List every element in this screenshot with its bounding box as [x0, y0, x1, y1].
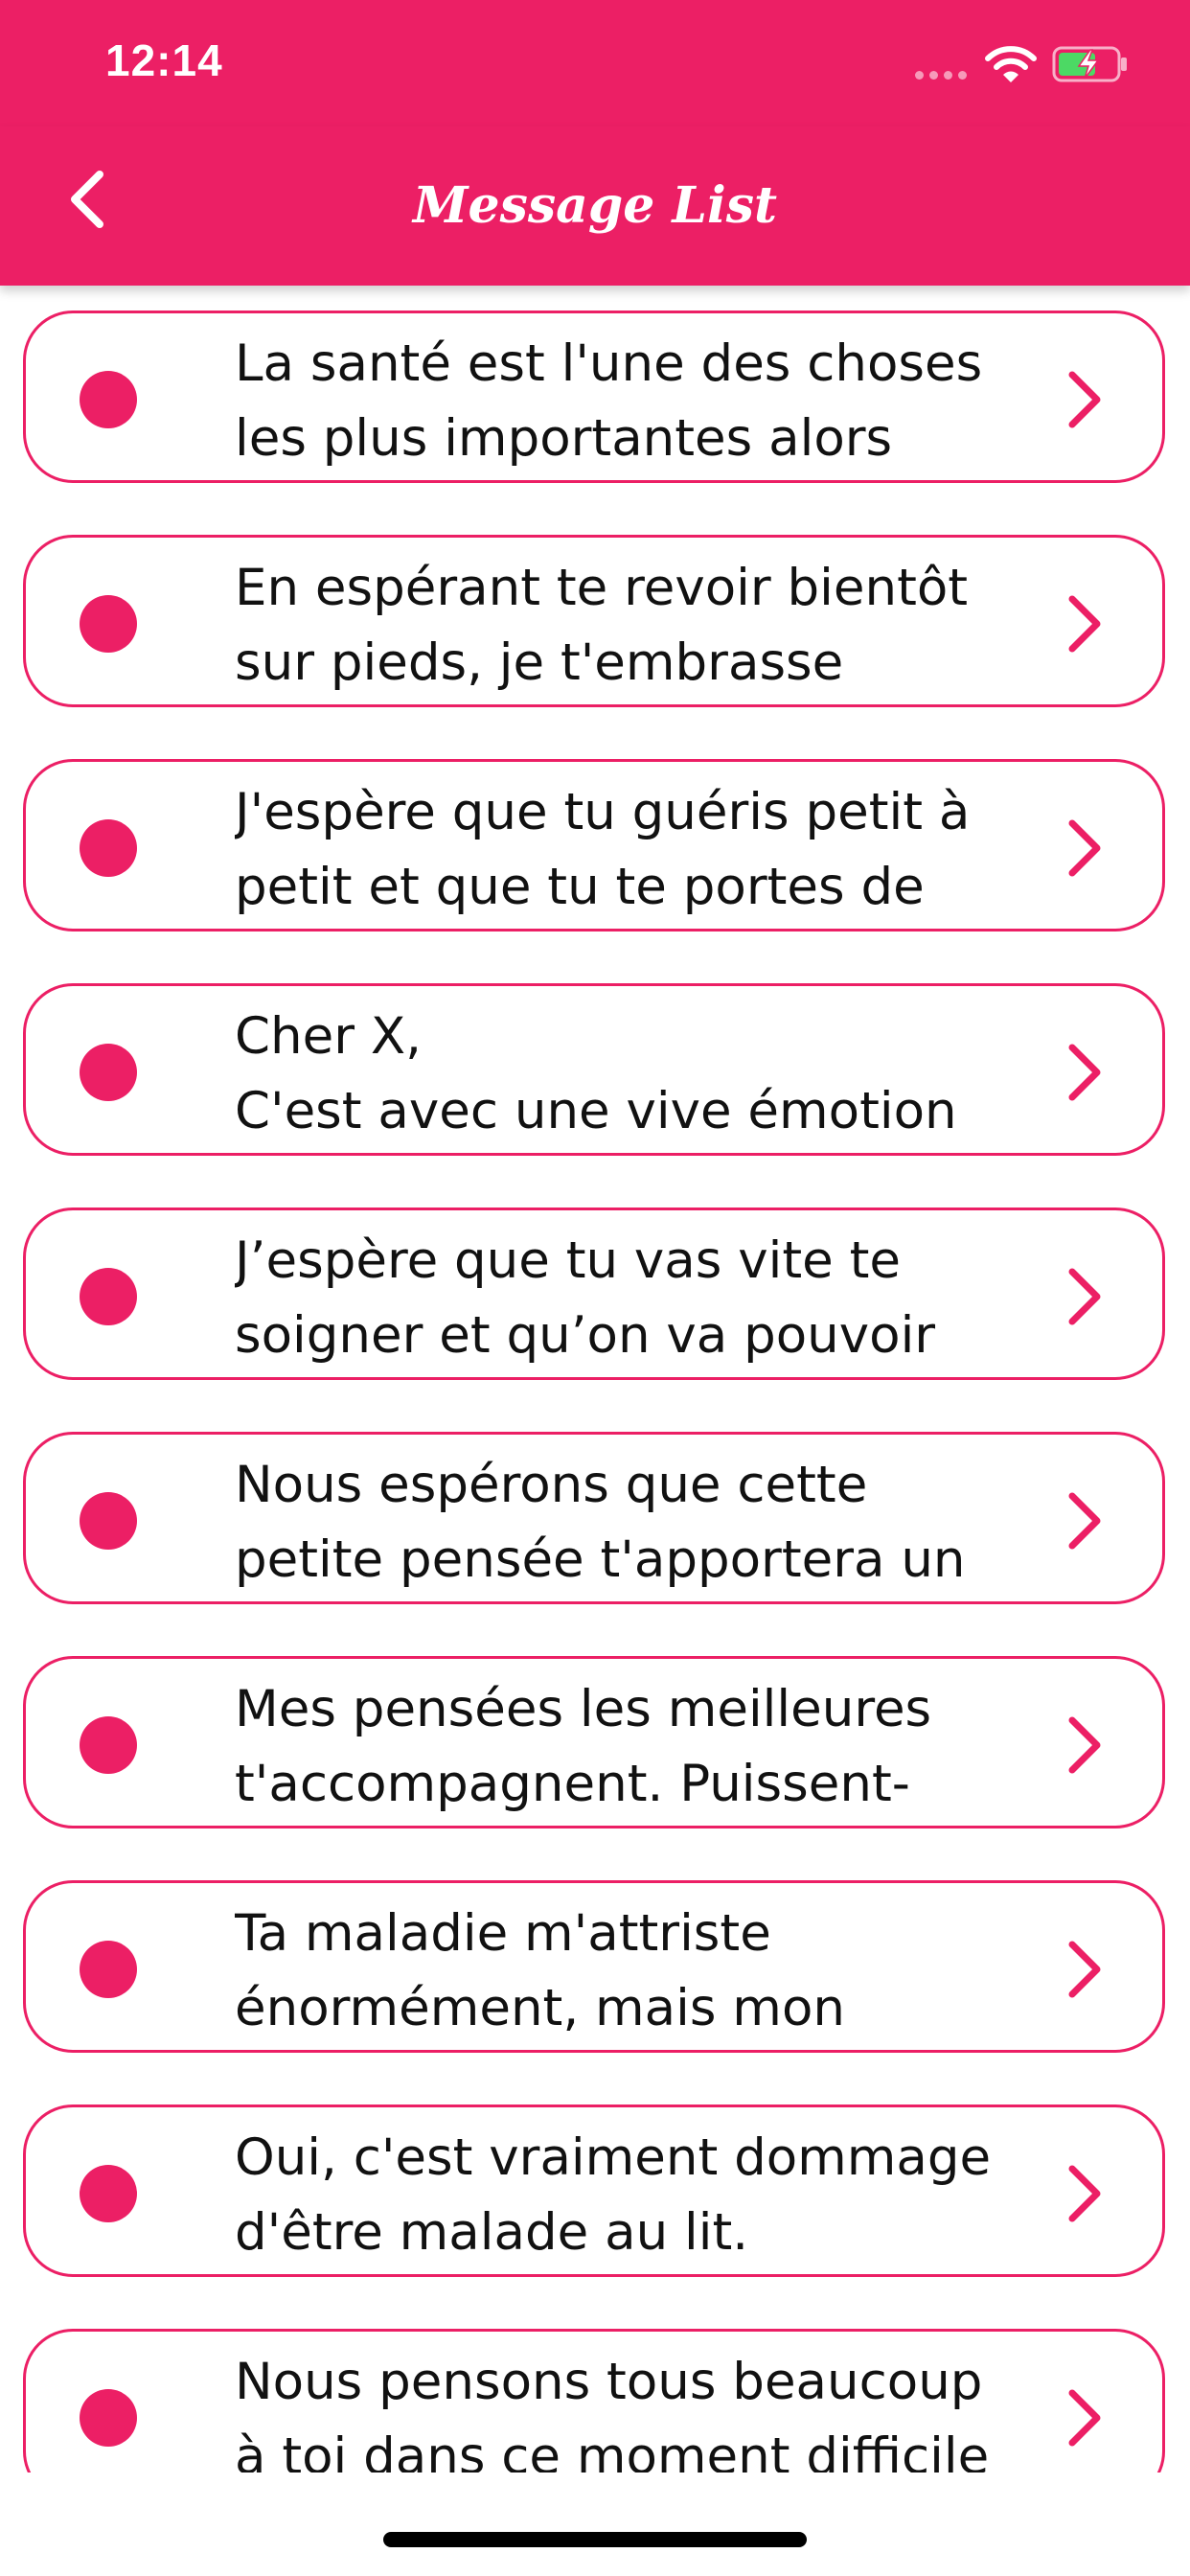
signal-dots-icon — [915, 71, 967, 80]
bullet-dot-icon — [80, 1044, 137, 1101]
message-preview: La santé est l'une des choses les plus i… — [235, 334, 983, 468]
bullet-dot-icon — [80, 1941, 137, 1998]
chevron-right-icon — [1068, 595, 1101, 653]
message-preview: Nous pensons tous beaucoup à toi dans ce… — [235, 2353, 990, 2472]
chevron-right-icon — [1068, 2389, 1101, 2447]
message-list[interactable]: La santé est l'une des choses les plus i… — [0, 286, 1190, 2472]
battery-charging-icon — [1052, 46, 1127, 82]
chevron-right-icon — [1068, 1044, 1101, 1101]
status-time: 12:14 — [105, 35, 223, 85]
message-preview: J’espère que tu vas vite te soigner et q… — [235, 1231, 936, 1365]
message-list-item[interactable]: En espérant te revoir bientôt sur pieds,… — [23, 535, 1165, 707]
message-list-item[interactable]: J’espère que tu vas vite te soigner et q… — [23, 1208, 1165, 1380]
bullet-dot-icon — [80, 1492, 137, 1550]
message-list-item[interactable]: Mes pensées les meilleures t'accompagnen… — [23, 1656, 1165, 1828]
wifi-icon — [985, 46, 1037, 82]
message-list-item[interactable]: La santé est l'une des choses les plus i… — [23, 310, 1165, 483]
page-title: Message List — [412, 176, 778, 235]
message-preview: J'espère que tu guéris petit à petit et … — [235, 783, 971, 916]
message-preview: Oui, c'est vraiment dommage d'être malad… — [235, 2128, 992, 2262]
home-indicator[interactable] — [383, 2532, 807, 2547]
bullet-dot-icon — [80, 371, 137, 428]
chevron-right-icon — [1068, 1716, 1101, 1774]
bullet-dot-icon — [80, 2165, 137, 2222]
bullet-dot-icon — [80, 1268, 137, 1325]
bullet-dot-icon — [80, 2389, 137, 2447]
chevron-right-icon — [1068, 1941, 1101, 1998]
bullet-dot-icon — [80, 1716, 137, 1774]
message-preview: Ta maladie m'attriste énormément, mais m… — [235, 1904, 845, 2037]
message-list-item[interactable]: Oui, c'est vraiment dommage d'être malad… — [23, 2104, 1165, 2277]
message-list-item[interactable]: J'espère que tu guéris petit à petit et … — [23, 759, 1165, 932]
status-bar: 12:14 — [0, 0, 1190, 126]
message-preview: Cher X, C'est avec une vive émotion — [235, 1007, 957, 1140]
message-list-item[interactable]: Nous pensons tous beaucoup à toi dans ce… — [23, 2329, 1165, 2472]
chevron-right-icon — [1068, 819, 1101, 877]
message-preview: Mes pensées les meilleures t'accompagnen… — [235, 1680, 932, 1813]
message-preview: En espérant te revoir bientôt sur pieds,… — [235, 559, 969, 692]
chevron-right-icon — [1068, 371, 1101, 428]
chevron-right-icon — [1068, 2165, 1101, 2222]
nav-bar: Message List — [0, 126, 1190, 286]
bullet-dot-icon — [80, 819, 137, 877]
chevron-right-icon — [1068, 1268, 1101, 1325]
message-list-item[interactable]: Cher X, C'est avec une vive émotion — [23, 983, 1165, 1156]
chevron-right-icon — [1068, 1492, 1101, 1550]
message-preview: Nous espérons que cette petite pensée t'… — [235, 1456, 966, 1589]
message-list-item[interactable]: Nous espérons que cette petite pensée t'… — [23, 1432, 1165, 1604]
bullet-dot-icon — [80, 595, 137, 653]
message-list-item[interactable]: Ta maladie m'attriste énormément, mais m… — [23, 1880, 1165, 2053]
